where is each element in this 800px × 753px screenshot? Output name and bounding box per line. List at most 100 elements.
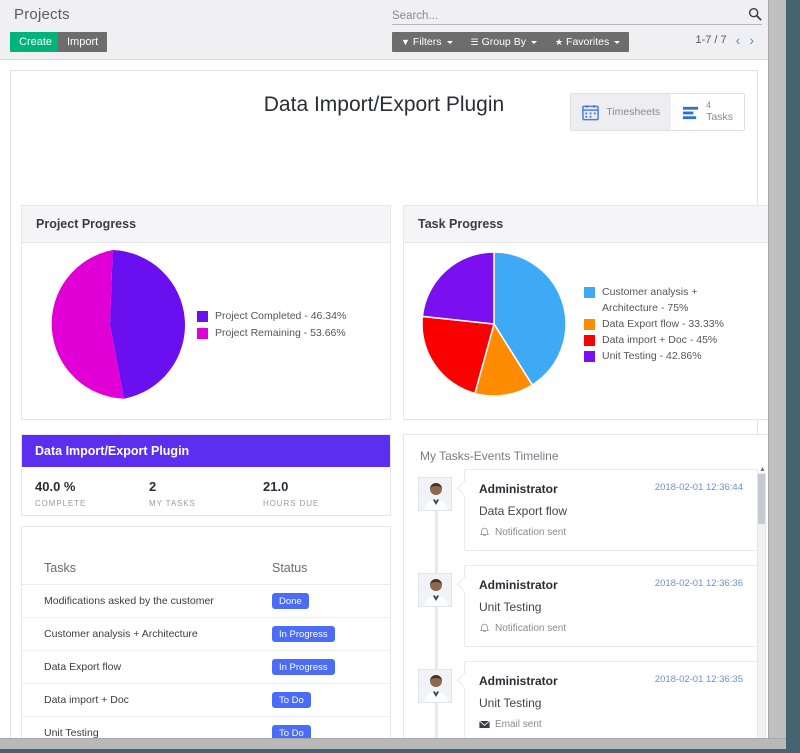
- timeline-title: My Tasks-Events Timeline: [404, 435, 772, 463]
- task-progress-body: Customer analysis + Architecture - 75% D…: [404, 243, 772, 408]
- timeline-date: 2018-02-01 12:36:35: [655, 674, 743, 685]
- legend-swatch-data-export: [584, 319, 595, 330]
- stat-my-tasks-label: MY TASKS: [149, 499, 263, 508]
- project-progress-body: Project Completed - 46.34% Project Remai…: [22, 243, 390, 408]
- legend-label-completed: Project Completed - 46.34%: [215, 309, 346, 324]
- star-icon: ★: [555, 38, 563, 47]
- tasks-count: 4: [706, 100, 733, 111]
- tasks-table-card: Tasks Status Modifications asked by the …: [21, 526, 391, 749]
- stat-complete: 40.0 % COMPLETE: [35, 479, 149, 508]
- legend-item: Customer analysis + Architecture - 75%: [584, 285, 752, 315]
- favorites-label: Favorites: [566, 36, 609, 48]
- legend-label-data-import: Data import + Doc - 45%: [602, 333, 717, 348]
- view-tools: ▼ Filters ☰ Group By ★ Favorites: [392, 32, 629, 52]
- timeline-entry-card: Administrator 2018-02-01 12:36:35 Unit T…: [464, 661, 758, 743]
- table-row[interactable]: Data Export flow In Progress: [22, 651, 390, 684]
- project-stats-header: Data Import/Export Plugin: [22, 435, 390, 467]
- import-button[interactable]: Import: [58, 32, 107, 52]
- pie-slice-project-completed: [110, 250, 185, 399]
- timeline-task: Data Export flow: [479, 504, 743, 518]
- favorites-dropdown[interactable]: ★ Favorites: [546, 32, 629, 52]
- table-row[interactable]: Modifications asked by the customer Done: [22, 585, 390, 618]
- table-row[interactable]: Data import + Doc To Do: [22, 684, 390, 717]
- list-icon: ☰: [471, 38, 479, 47]
- filters-label: Filters: [413, 36, 442, 48]
- pager-range: 1-7 / 7: [695, 34, 726, 46]
- timesheets-button[interactable]: Timesheets: [571, 94, 671, 130]
- stat-complete-value: 40.0 %: [35, 479, 149, 494]
- status-badge: Done: [272, 593, 309, 609]
- column-header-tasks: Tasks: [22, 555, 272, 585]
- timeline-scroll-region: Administrator 2018-02-01 12:36:44 Data E…: [404, 469, 772, 749]
- legend-swatch-customer-analysis: [584, 287, 595, 298]
- search-icon[interactable]: [748, 7, 762, 21]
- avatar: [418, 573, 452, 607]
- timeline-task: Unit Testing: [479, 696, 743, 710]
- groupby-dropdown[interactable]: ☰ Group By: [462, 32, 546, 52]
- tasks-table: Tasks Status Modifications asked by the …: [22, 555, 390, 749]
- chevron-down-icon: [531, 41, 537, 44]
- tasks-button[interactable]: 4 Tasks: [671, 94, 744, 130]
- legend-swatch-remaining: [197, 328, 208, 339]
- status-badge: In Progress: [272, 626, 335, 642]
- project-progress-legend: Project Completed - 46.34% Project Remai…: [197, 309, 346, 341]
- previous-page-icon[interactable]: ‹: [736, 33, 741, 47]
- user-avatar-icon: [419, 670, 452, 703]
- window-vertical-scrollbar[interactable]: [768, 0, 786, 738]
- window-bottom-edge: [0, 749, 800, 753]
- legend-label-customer-analysis: Customer analysis + Architecture - 75%: [602, 285, 752, 315]
- legend-swatch-completed: [197, 311, 208, 322]
- groupby-label: Group By: [482, 36, 526, 48]
- filters-dropdown[interactable]: ▼ Filters: [392, 32, 462, 52]
- timeline-date: 2018-02-01 12:36:44: [655, 482, 743, 493]
- control-panel: Projects Create Import ▼ Filters ☰ Group…: [0, 0, 768, 60]
- timeline-entry: Administrator 2018-02-01 12:36:44 Data E…: [418, 469, 758, 551]
- timeline-entry: Administrator 2018-02-01 12:36:35 Unit T…: [418, 661, 758, 743]
- task-name: Modifications asked by the customer: [22, 585, 272, 618]
- task-progress-pie-chart: [404, 246, 584, 406]
- envelope-icon: [479, 719, 490, 730]
- stat-my-tasks-value: 2: [149, 479, 263, 494]
- project-stats-card: Data Import/Export Plugin 40.0 % COMPLET…: [21, 434, 391, 516]
- task-progress-card: Task Progress Customer analysi: [403, 205, 773, 420]
- task-name: Data import + Doc: [22, 684, 272, 717]
- bell-icon: [479, 527, 490, 538]
- breadcrumb: Projects: [14, 6, 70, 23]
- project-progress-pie-chart: [22, 246, 197, 406]
- timeline-task: Unit Testing: [479, 600, 743, 614]
- pager: 1-7 / 7 ‹ ›: [695, 33, 754, 47]
- create-button[interactable]: Create: [10, 32, 61, 52]
- content-area: Data Import/Export Plugin Timeshee: [0, 60, 768, 738]
- calendar-icon: [582, 104, 599, 121]
- table-row[interactable]: Customer analysis + Architecture In Prog…: [22, 618, 390, 651]
- legend-item: Data import + Doc - 45%: [584, 333, 752, 348]
- timeline-meta: Email sent: [479, 719, 743, 730]
- scroll-up-icon[interactable]: ▲: [759, 466, 766, 473]
- project-stats-row: 40.0 % COMPLETE 2 MY TASKS 21.0 HOURS DU…: [22, 467, 390, 518]
- column-header-status: Status: [272, 555, 390, 585]
- chevron-down-icon: [447, 41, 453, 44]
- list-lines-icon: [682, 104, 699, 121]
- legend-item: Data Export flow - 33.33%: [584, 317, 752, 332]
- timeline-date: 2018-02-01 12:36:36: [655, 578, 743, 589]
- project-progress-card: Project Progress Project Completed - 46.…: [21, 205, 391, 420]
- window-horizontal-scrollbar[interactable]: [0, 738, 786, 749]
- legend-label-unit-testing: Unit Testing - 42.86%: [602, 349, 702, 364]
- task-progress-legend: Customer analysis + Architecture - 75% D…: [584, 285, 752, 365]
- user-avatar-icon: [419, 478, 452, 511]
- timeline-meta-label: Notification sent: [495, 527, 566, 538]
- timeline-entry-card: Administrator 2018-02-01 12:36:36 Unit T…: [464, 565, 758, 647]
- stat-hours-due-label: HOURS DUE: [263, 499, 377, 508]
- timeline-scrollbar-thumb[interactable]: [758, 474, 765, 524]
- legend-swatch-data-import: [584, 335, 595, 346]
- legend-item: Unit Testing - 42.86%: [584, 349, 752, 364]
- avatar: [418, 477, 452, 511]
- search-box[interactable]: [392, 6, 762, 25]
- dashboard-page: Data Import/Export Plugin Timeshee: [10, 70, 758, 749]
- timeline-scrollbar[interactable]: ▲ ▼: [757, 473, 766, 749]
- next-page-icon[interactable]: ›: [749, 33, 754, 47]
- search-input[interactable]: [392, 8, 732, 25]
- user-avatar-icon: [419, 574, 452, 607]
- status-badge: In Progress: [272, 659, 335, 675]
- timeline-entry: Administrator 2018-02-01 12:36:36 Unit T…: [418, 565, 758, 647]
